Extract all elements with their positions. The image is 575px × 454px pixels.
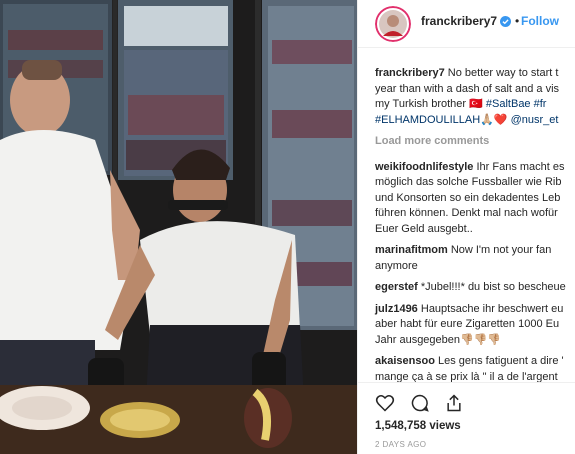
verified-badge-icon — [500, 16, 511, 27]
comment-text: aber habt für eure Zigaretten 1000 Eu — [375, 318, 560, 330]
heart-icon[interactable] — [375, 393, 395, 413]
comment-text: Now I'm not your fan — [450, 244, 552, 256]
comment-text: führen können. Denkt mal nach wofür — [375, 207, 558, 219]
comment-username[interactable]: marinafitmom — [375, 244, 448, 256]
comment-text: Les gens fatiguent a dire ' — [437, 355, 564, 367]
comment-username[interactable]: akaisensoo — [375, 355, 435, 367]
author-username[interactable]: franckribery7 — [421, 14, 497, 28]
hashtag-link[interactable]: #SaltBae #fr — [486, 98, 547, 110]
comment-item: julz1496 Hauptsache ihr beschwert eu aber… — [375, 302, 575, 349]
caption-text: 🙏🏼❤️ — [480, 113, 511, 126]
action-bar — [358, 382, 575, 423]
comment-text: *Jubel!!!* du bist so bescheue — [420, 281, 566, 293]
comment-text: möglich das solche Fussballer wie Rib — [375, 176, 562, 188]
caption-username[interactable]: franckribery7 — [375, 67, 445, 79]
post-side-panel: franckribery7 • Follow franckribery7 No … — [357, 0, 575, 454]
author-avatar[interactable] — [375, 6, 411, 42]
view-count[interactable]: 1,548,758 views — [375, 420, 461, 432]
comment-text: Ihr Fans macht es — [476, 160, 565, 173]
comment-text: anymore — [375, 259, 418, 272]
comment-icon[interactable] — [410, 393, 430, 413]
comment-item: marinafitmom Now I'm not your fan anymore — [375, 243, 575, 274]
comment-username[interactable]: egerstef — [375, 281, 418, 293]
comment-text: Jahr ausgegeben👎🏼👎🏼👎🏼 — [375, 333, 502, 346]
comment-item: egerstef *Jubel!!!* du bist so bescheue — [375, 280, 575, 296]
comment-text: und Konsorten so ein dekadentes Leb — [375, 191, 561, 204]
comment-item: akaisensoo Les gens fatiguent a dire ' ma… — [375, 354, 575, 385]
load-more-comments-button[interactable]: Load more comments — [375, 134, 575, 150]
hashtag-link[interactable]: #ELHAMDOULILLAH — [375, 114, 480, 126]
comment-username[interactable]: julz1496 — [375, 303, 418, 315]
mention-link[interactable]: @nusr_et — [511, 114, 559, 126]
post-video[interactable] — [0, 0, 357, 454]
post-header: franckribery7 • Follow — [358, 0, 575, 48]
comment-username[interactable]: weikifoodnlifestyle — [375, 161, 473, 173]
header-separator: • — [515, 14, 520, 28]
comment-text: Hauptsache ihr beschwert eu — [420, 302, 564, 315]
comment-text: Euer Geld ausgebt.. — [375, 222, 473, 235]
video-frame-image — [0, 0, 357, 454]
share-icon[interactable] — [444, 393, 464, 413]
post-caption: franckribery7 No better way to start t y… — [375, 66, 575, 128]
follow-button[interactable]: Follow — [521, 14, 559, 28]
post-timestamp: 2 DAYS AGO — [375, 440, 427, 449]
caption-text: year than with a dash of salt and a vis — [375, 82, 560, 95]
caption-text: my Turkish brother 🇹🇷 — [375, 98, 486, 110]
caption-text: No better way to start t — [447, 67, 559, 79]
comment-item: weikifoodnlifestyle Ihr Fans macht es mög… — [375, 160, 575, 238]
comments-list: franckribery7 No better way to start t y… — [375, 66, 575, 391]
